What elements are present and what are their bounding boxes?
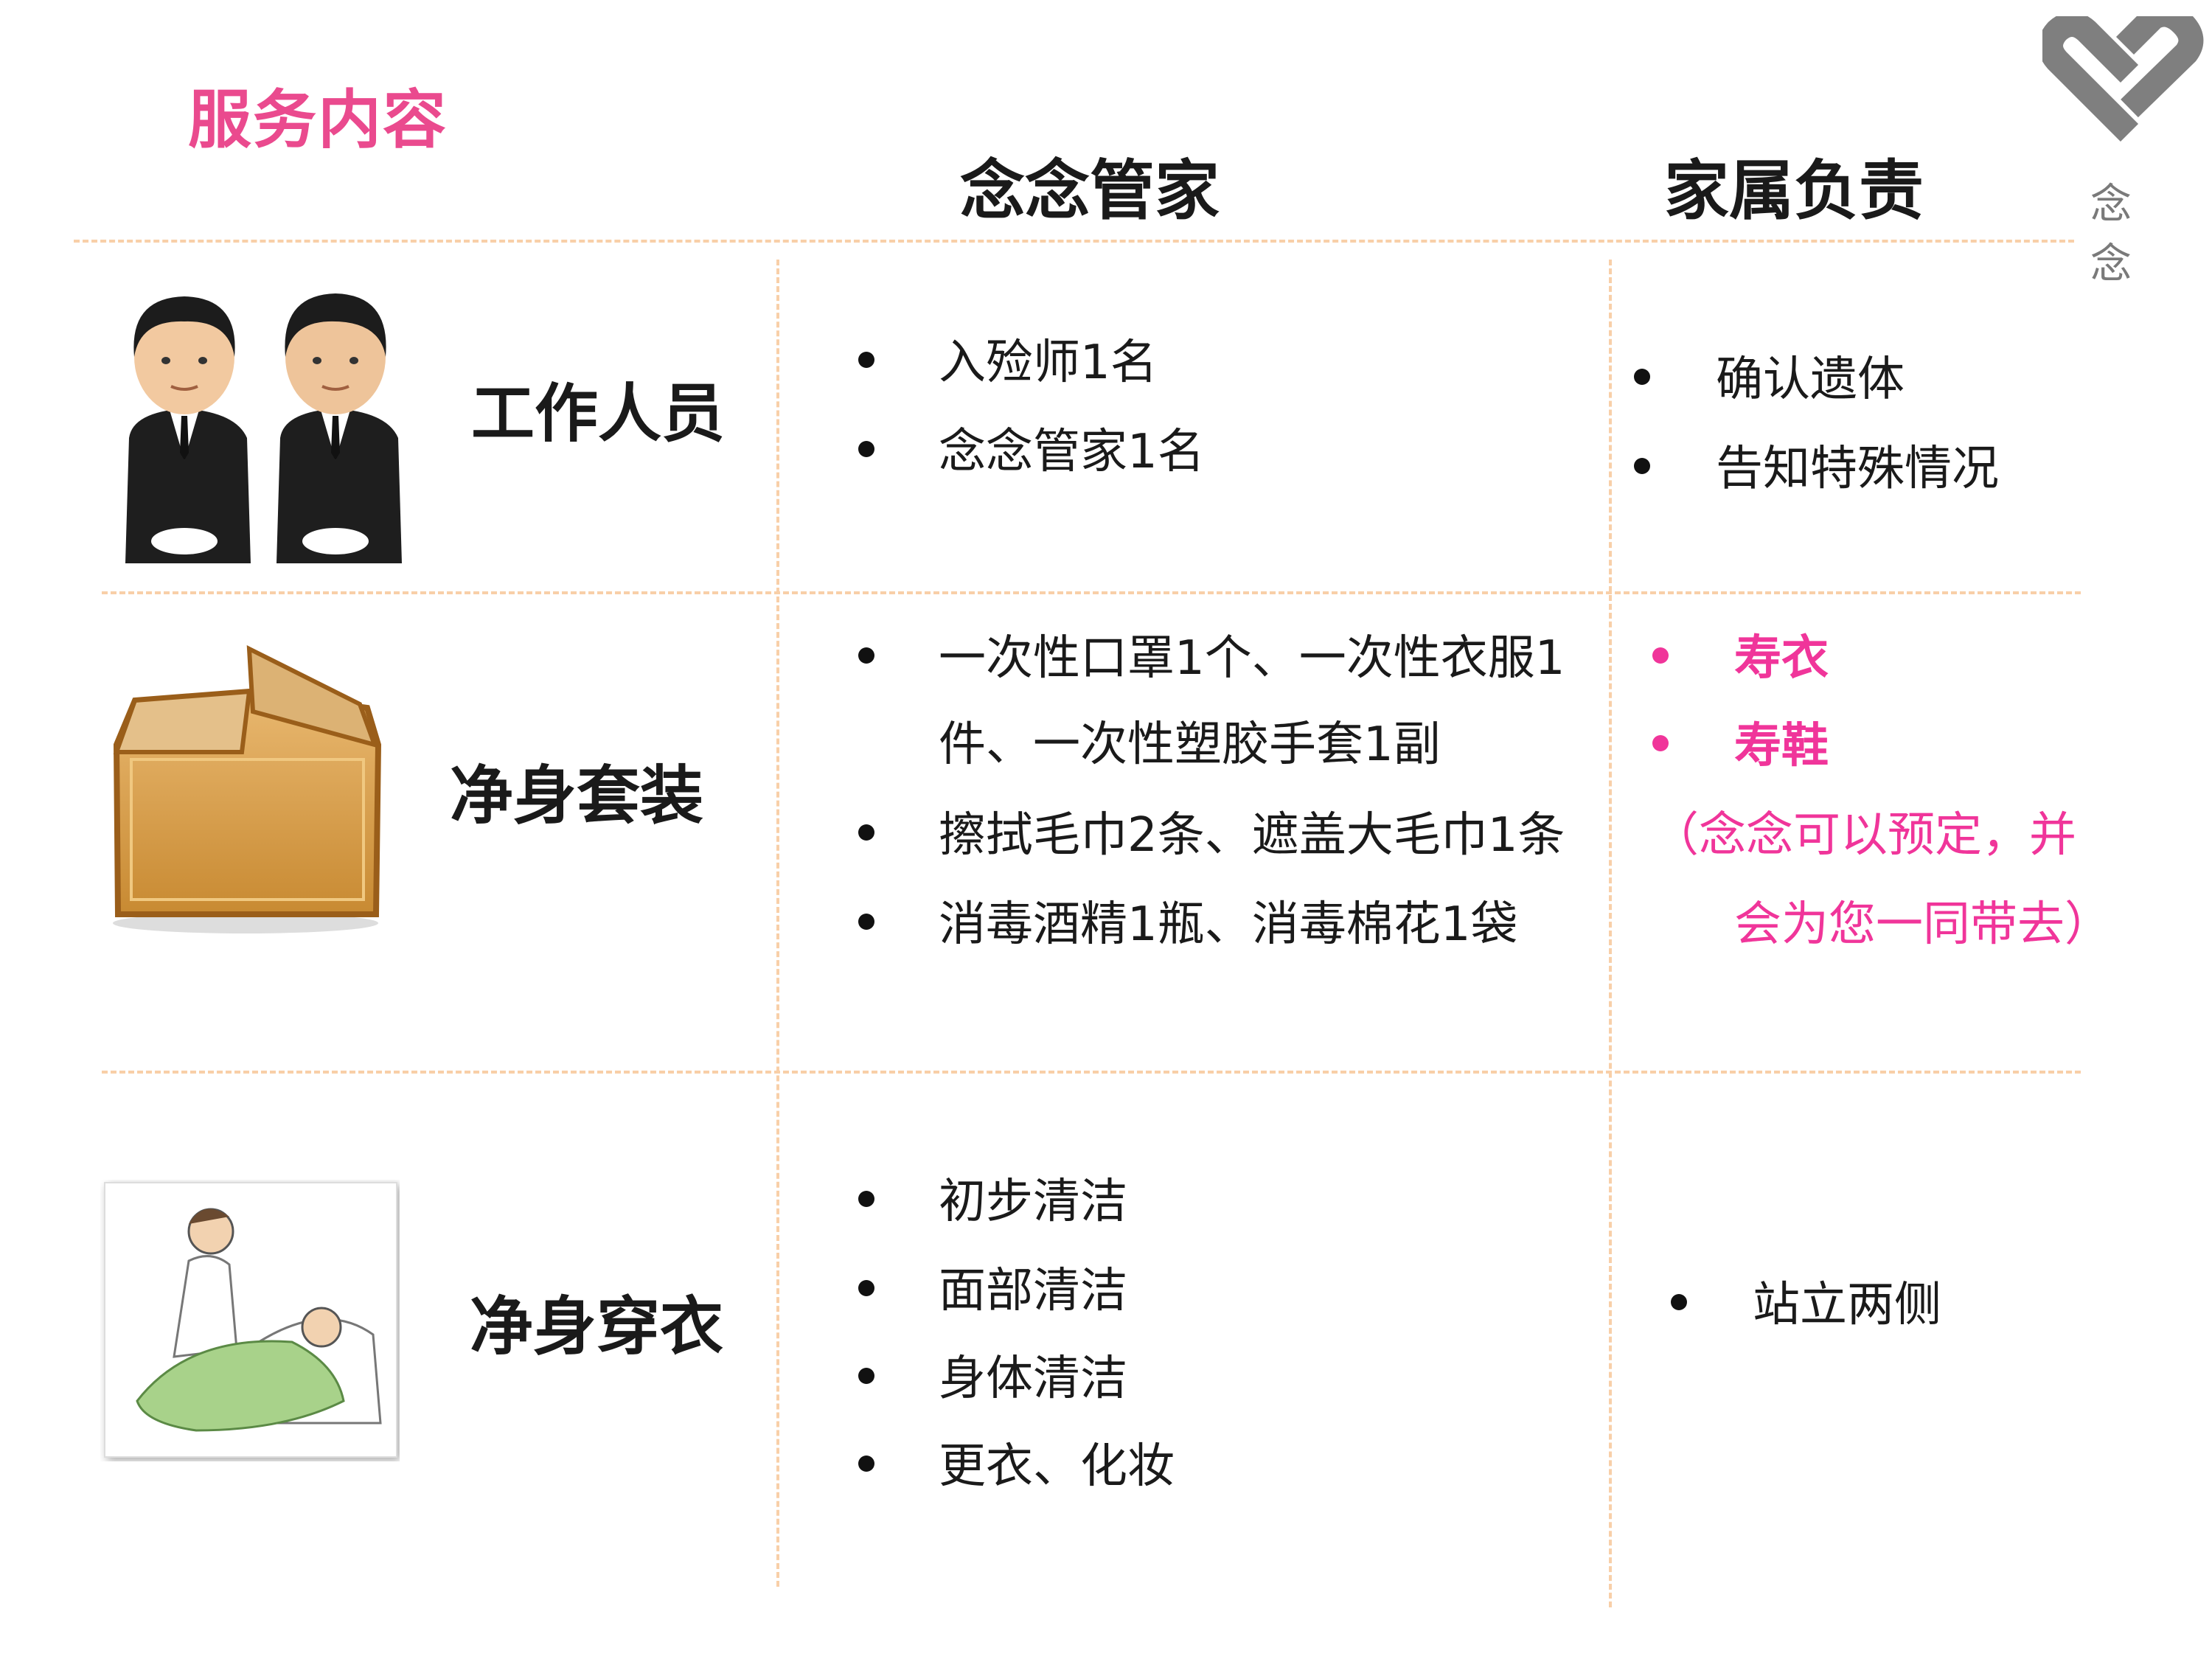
provider-item-continued: 件、一次性塑胶手套1副 [939, 717, 1441, 772]
page-title: 服务内容 [188, 83, 448, 157]
provider-item: 念念管家1名 [939, 425, 1205, 479]
bullet-icon [1634, 369, 1650, 385]
family-item: 确认遗体 [1716, 352, 1905, 407]
family-item: 寿鞋 [1734, 719, 1829, 773]
provider-item: 初步清洁 [939, 1175, 1127, 1229]
row-divider [102, 1071, 2081, 1074]
provider-item: 身体清洁 [939, 1352, 1127, 1406]
provider-item: 一次性口罩1个、一次性衣服1 [939, 631, 1565, 686]
bullet-icon [858, 1455, 874, 1472]
bedside-care-illustration [104, 1182, 397, 1458]
cardboard-box-illustration [113, 644, 382, 933]
bullet-icon [858, 1368, 874, 1384]
family-note: （念念可以预定，并 [1652, 808, 2076, 863]
bullet-icon [858, 1191, 874, 1207]
bullet-icon [1652, 647, 1669, 664]
bullet-icon [858, 824, 874, 841]
provider-item: 消毒酒精1瓶、消毒棉花1袋 [939, 897, 1518, 952]
column-divider [776, 260, 779, 1587]
row-label-staff: 工作人员 [471, 377, 725, 451]
row-divider [102, 591, 2081, 594]
logo-text: 念念 [2090, 181, 2133, 288]
column-header-provider: 念念管家 [959, 153, 1220, 229]
column-divider [1609, 260, 1612, 1607]
column-header-family: 家属负责 [1663, 153, 1924, 229]
heart-logo-icon [2042, 16, 2204, 142]
bullet-icon [1634, 458, 1650, 474]
staff-illustration [125, 293, 402, 563]
bullet-icon [858, 1280, 874, 1296]
bullet-icon [858, 352, 874, 368]
bullet-icon [1671, 1294, 1687, 1310]
provider-item: 面部清洁 [939, 1264, 1127, 1318]
family-item: 寿衣 [1734, 631, 1829, 686]
bullet-icon [858, 914, 874, 930]
family-note: 会为您一同带去） [1734, 897, 2112, 952]
family-item: 站立两侧 [1753, 1278, 1941, 1332]
bullet-icon [858, 647, 874, 664]
provider-item: 更衣、化妆 [939, 1439, 1175, 1494]
row-label-dressing: 净身穿衣 [470, 1290, 723, 1364]
provider-item: 入殓师1名 [939, 335, 1158, 390]
provider-item: 擦拭毛巾2条、遮盖大毛巾1条 [939, 808, 1565, 863]
bullet-icon [858, 441, 874, 457]
header-divider [74, 240, 2074, 243]
row-label-kit: 净身套装 [450, 759, 703, 833]
bullet-icon [1652, 735, 1669, 751]
family-item: 告知特殊情况 [1716, 442, 1999, 496]
